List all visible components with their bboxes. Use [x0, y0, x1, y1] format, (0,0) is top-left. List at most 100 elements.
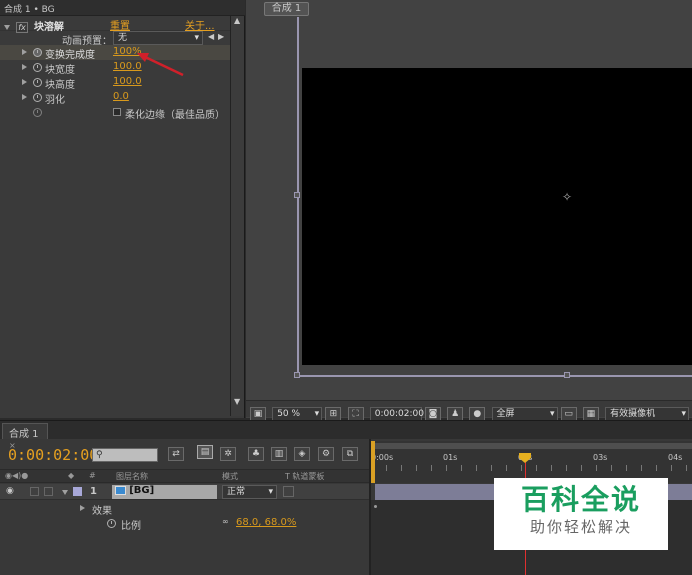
composition-tab-label: 合成 1 [271, 3, 302, 14]
camera-value: 有效摄像机 [610, 409, 656, 419]
layer-collapse-triangle-icon[interactable] [62, 490, 68, 495]
watermark-subtitle: 助你轻松解决 [529, 518, 632, 536]
current-time[interactable]: 0:00:02:00 [8, 446, 98, 464]
ruler-label-3: 03s [593, 453, 608, 462]
live-update-icon[interactable]: ▤ [197, 445, 213, 459]
frame-blending-icon[interactable]: ▥ [271, 447, 287, 461]
stopwatch-icon[interactable] [33, 93, 42, 102]
show-snapshot-icon[interactable]: ♟ [447, 407, 464, 421]
scroll-down-icon[interactable]: ▼ [234, 397, 240, 406]
anchor-point-icon[interactable]: ✧ [562, 190, 572, 204]
scroll-up-icon[interactable]: ▲ [234, 16, 240, 25]
graph-editor-icon[interactable]: ⧉ [342, 447, 358, 461]
prop-row-feather[interactable]: 羽化 0.0 [0, 90, 230, 106]
soft-edges-checkbox[interactable] [113, 108, 121, 116]
prop-label: 变换完成度 [45, 50, 95, 61]
expand-triangle-icon[interactable] [22, 49, 27, 55]
timeline-controls: 0:00:02:00 ⚲ ⇄ ▤ ✲ ♣ ▥ ◈ ⚙ ⧉ [0, 441, 370, 469]
camera-select[interactable]: 有效摄像机 ▾ [605, 407, 690, 421]
prop-row-completion[interactable]: 变换完成度 100% [0, 45, 230, 61]
preset-value: 无 [118, 33, 128, 43]
draft-3d-icon[interactable]: ✲ [220, 447, 236, 461]
prop-label: 羽化 [45, 95, 65, 106]
layer-search-input[interactable]: ⚲ [92, 448, 158, 462]
search-icon: ⚲ [96, 450, 103, 460]
always-preview-icon[interactable]: ▣ [250, 407, 266, 421]
layer-row[interactable]: ◉ 1 [BG] 正常 ▾ [0, 484, 370, 500]
transparency-grid-icon[interactable]: ▦ [582, 407, 599, 421]
keyframe-dot-icon[interactable] [374, 505, 377, 508]
work-area-bar[interactable] [371, 443, 692, 449]
effect-panel-title: 合成 1 • BG [4, 5, 55, 15]
scale-property-row[interactable]: 比例 ∞ 68.0, 68.0% [0, 516, 370, 532]
scale-stopwatch-icon[interactable] [107, 519, 116, 528]
col-layer-name[interactable]: 图层名称 [116, 471, 148, 482]
constrain-proportions-icon[interactable]: ∞ [222, 517, 229, 526]
effect-row[interactable]: fx 块溶解 重置 关于... [0, 16, 230, 33]
scale-value[interactable]: 68.0, 68.0% [236, 517, 296, 528]
current-time-display[interactable]: 0:00:02:00 [369, 407, 424, 421]
effect-panel-scrollbar[interactable]: ▲ ▼ [230, 16, 244, 416]
col-trkmat[interactable]: T 轨道蒙板 [285, 471, 324, 482]
eye-icon[interactable]: ◉ [6, 486, 14, 496]
motion-blur-icon[interactable]: ◈ [294, 447, 310, 461]
timeline-tab[interactable]: 合成 1 × [2, 423, 48, 450]
time-ruler[interactable]: 0:00s 01s 02s 03s 04s [371, 441, 692, 483]
resolution-select[interactable]: 全屏 ▾ [491, 407, 558, 421]
solo-box[interactable] [30, 487, 39, 496]
handle-bottom-left[interactable] [294, 372, 300, 378]
hide-shy-layers-icon[interactable]: ♣ [248, 447, 264, 461]
prop-row-soft-edges: 柔化边缘（最佳品质） [0, 105, 230, 121]
work-area-start-icon[interactable] [371, 441, 375, 483]
layer-name: [BG] [129, 485, 155, 496]
prop-label: 块宽度 [45, 65, 75, 76]
scale-label: 比例 [121, 521, 141, 532]
watermark: 百科全说 助你轻松解决 [494, 478, 668, 550]
zoom-select[interactable]: 50 % ▾ [272, 407, 323, 421]
preserve-transparency-box[interactable] [283, 486, 294, 497]
reset-link[interactable]: 重置 [110, 17, 130, 32]
stopwatch-icon[interactable] [33, 63, 42, 72]
expand-triangle-icon[interactable] [22, 94, 27, 100]
composition-tab[interactable]: 合成 1 [264, 2, 309, 16]
effects-group-row[interactable]: 效果 [0, 501, 370, 517]
resolution-value: 全屏 [496, 409, 515, 419]
about-link[interactable]: 关于... [185, 17, 215, 32]
safe-margins-icon[interactable]: ⊞ [325, 407, 342, 421]
col-mode[interactable]: 模式 [222, 471, 238, 482]
effects-label: 效果 [92, 506, 112, 517]
blend-mode-select[interactable]: 正常 ▾ [222, 485, 277, 499]
prop-value[interactable]: 0.0 [113, 91, 129, 102]
handle-bottom-middle[interactable] [564, 372, 570, 378]
dropdown-arrow-icon: ▾ [194, 33, 199, 43]
label-color-swatch[interactable] [73, 487, 82, 496]
prop-row-block-width[interactable]: 块宽度 100.0 [0, 60, 230, 76]
region-of-interest-icon[interactable]: ⛶ [347, 407, 364, 421]
ruler-label-1: 01s [443, 453, 458, 462]
stopwatch-active-icon[interactable] [33, 48, 42, 57]
av-features-icon[interactable]: ◉◀)● [5, 471, 28, 480]
fast-preview-icon[interactable]: ▭ [560, 407, 577, 421]
label-icon[interactable]: ◆ [68, 471, 74, 480]
comp-mini-flowchart-icon[interactable]: ⇄ [168, 447, 184, 461]
collapse-triangle-icon[interactable] [4, 25, 10, 30]
channel-icon[interactable]: ● [469, 407, 486, 421]
layer-column-headers: ◉◀)● ◆ # 图层名称 模式 T 轨道蒙板 [0, 469, 370, 483]
stopwatch-icon[interactable] [33, 78, 42, 87]
snapshot-camera-icon[interactable]: ◙ [424, 407, 441, 421]
preset-select[interactable]: 无 ▾ [113, 31, 203, 45]
layer-name-field[interactable]: [BG] [112, 485, 217, 499]
composition-toolbar: ▣ 50 % ▾ ⊞ ⛶ 0:00:02:00 ◙ ♟ ● 全屏 ▾ ▭ ▦ 有… [246, 400, 692, 421]
prop-row-block-height[interactable]: 块高度 100.0 [0, 75, 230, 91]
layer-bounding-box[interactable] [297, 17, 692, 377]
annotation-arrow-icon [137, 53, 184, 77]
expand-triangle-icon[interactable] [22, 64, 27, 70]
effects-expand-triangle-icon[interactable] [80, 505, 85, 511]
preset-prev-icon[interactable]: ◀ [208, 32, 214, 41]
expand-triangle-icon[interactable] [22, 79, 27, 85]
lock-box[interactable] [44, 487, 53, 496]
brainstorm-icon[interactable]: ⚙ [318, 447, 334, 461]
handle-left-middle[interactable] [294, 192, 300, 198]
layer-index: 1 [90, 486, 97, 497]
preset-next-icon[interactable]: ▶ [218, 32, 224, 41]
